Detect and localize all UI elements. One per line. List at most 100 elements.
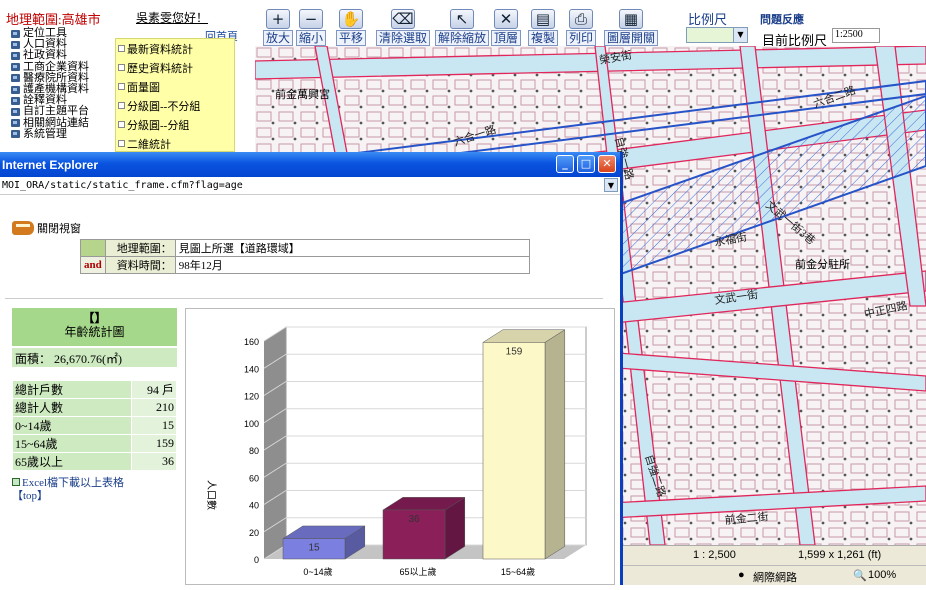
- excel-download-label[interactable]: Excel檔下載以上表格: [22, 477, 124, 489]
- copy-icon[interactable]: ▤: [531, 9, 555, 29]
- submenu-item-label[interactable]: 面量圖: [127, 79, 160, 95]
- cursor-icon[interactable]: ↖: [450, 9, 474, 29]
- layer-toggle-icon[interactable]: ▦: [619, 9, 643, 29]
- bullet-icon: [118, 102, 125, 109]
- feedback-link[interactable]: 問題反應: [760, 11, 804, 27]
- left-panel: 地理範圍:高雄市 吳素雯您好！ 回首頁 定位工具 人口資料 社政資料 工商企業資料 醫療…: [0, 0, 255, 152]
- submenu-item[interactable]: 最新資料統計: [116, 39, 234, 58]
- age-chart-svg: 0 20 40 60 80 100 120 140 160 人口數 15 0~14歲 36 65以上歲 15…: [205, 326, 587, 577]
- excel-download-link[interactable]: Excel檔下載以上表格: [12, 477, 177, 490]
- submenu: 最新資料統計 歷史資料統計 面量圖分級圓--不分組 分級圓--分組 二維統計: [115, 38, 235, 152]
- toolbar-button[interactable]: ✕ 頂層: [491, 6, 522, 46]
- excel-icon: [12, 478, 20, 486]
- toolbar-button-label[interactable]: 圖層開關: [604, 30, 659, 46]
- toolbar-button[interactable]: ⌫ 清除選取: [376, 6, 431, 46]
- popup-titlebar[interactable]: Internet Explorer _ □ ✕: [0, 152, 620, 177]
- scale-select[interactable]: ▼: [686, 27, 748, 43]
- stats-key: 65歲以上: [12, 452, 132, 471]
- greeting-link[interactable]: 吳素雯您好！: [136, 9, 208, 26]
- menu-item-label[interactable]: 相關網站連結: [23, 117, 89, 129]
- y-tick-label: 20: [249, 528, 259, 538]
- stats-row: 65歲以上 36: [12, 452, 177, 471]
- submenu-item-label[interactable]: 最新資料統計: [127, 41, 193, 57]
- stats-row: 總計戶數 94 戶: [12, 380, 177, 399]
- address-url[interactable]: MOI_ORA/static/static_frame.cfm?flag=age: [2, 180, 243, 191]
- toolbar-button[interactable]: + 放大: [263, 6, 294, 46]
- menu-item-icon: [11, 63, 20, 72]
- y-tick-label: 0: [254, 555, 259, 565]
- toolbar-button-label[interactable]: 清除選取: [376, 30, 431, 46]
- menu-item-icon: [11, 40, 20, 49]
- y-tick-label: 60: [249, 473, 259, 483]
- query-and-label: and: [80, 256, 106, 274]
- minimize-button[interactable]: _: [556, 155, 574, 173]
- popup-window: Internet Explorer _ □ ✕ MOI_ORA/static/s…: [0, 152, 623, 585]
- menu-item-icon: [11, 119, 20, 128]
- maximize-button[interactable]: □: [577, 155, 595, 173]
- menu-item[interactable]: 社政資料: [11, 50, 121, 61]
- query-condition-table: 地理範圍： 見圖上所選【道路環域】 and 資料時間： 98年12月: [80, 239, 531, 274]
- popup-title: Internet Explorer: [2, 158, 99, 172]
- top-link[interactable]: 【top】: [12, 490, 177, 503]
- submenu-item[interactable]: 面量圖: [116, 77, 234, 96]
- zoom-in-icon[interactable]: +: [266, 9, 290, 29]
- submenu-item[interactable]: 分級圓--分組: [116, 115, 234, 134]
- toolbar-button-label[interactable]: 平移: [336, 30, 367, 46]
- toolbar-button[interactable]: − 縮小: [296, 6, 327, 46]
- submenu-item[interactable]: 分級圓--不分組: [116, 96, 234, 115]
- address-bar[interactable]: MOI_ORA/static/static_frame.cfm?flag=age…: [0, 177, 620, 195]
- submenu-item-label[interactable]: 二維統計: [127, 136, 171, 152]
- data-label: 36: [408, 514, 420, 525]
- toolbar-button-label[interactable]: 解除縮放: [435, 30, 490, 46]
- submenu-item-label[interactable]: 分級圓--分組: [127, 117, 189, 133]
- menu-item-label[interactable]: 自訂主題平台: [23, 106, 89, 117]
- menu-item-icon: [11, 107, 20, 116]
- menu-item[interactable]: 系統管理: [11, 128, 121, 140]
- eraser-icon[interactable]: ⌫: [391, 9, 415, 29]
- toolbar-button-label[interactable]: 放大: [263, 30, 294, 46]
- toolbar-button-label[interactable]: 列印: [566, 30, 597, 46]
- menu-item-icon: [11, 130, 20, 139]
- current-scale-value: 1:2500: [832, 28, 880, 43]
- toolbar-button[interactable]: ↖ 解除縮放: [435, 6, 490, 46]
- submenu-item-label[interactable]: 分級圓--不分組: [127, 98, 200, 114]
- top-layer-icon[interactable]: ✕: [494, 9, 518, 29]
- stats-header: 【】 年齡統計圖: [12, 308, 177, 346]
- chevron-down-icon[interactable]: ▼: [604, 178, 618, 192]
- toolbar-button[interactable]: ▦ 圖層開關: [604, 6, 659, 46]
- submenu-item-label[interactable]: 歷史資料統計: [127, 60, 193, 76]
- zoom-out-icon[interactable]: −: [299, 9, 323, 29]
- main-menu: 定位工具 人口資料 社政資料 工商企業資料 醫療院所資料 護產機構資料 詮釋資料 自訂主題平台…: [11, 28, 121, 140]
- chevron-down-icon[interactable]: ▼: [733, 28, 747, 42]
- close-view-link[interactable]: 關閉視窗: [12, 220, 81, 236]
- y-axis-label: 人口數: [205, 480, 218, 510]
- submenu-item[interactable]: 二維統計: [116, 134, 234, 153]
- print-icon[interactable]: ⎙: [569, 9, 593, 29]
- menu-item-label[interactable]: 社政資料: [23, 50, 67, 61]
- query-range-key: 地理範圍：: [104, 239, 176, 257]
- menu-item-icon: [11, 96, 20, 105]
- menu-item-icon: [11, 51, 20, 60]
- menu-item-label[interactable]: 工商企業資料: [23, 61, 89, 73]
- stats-row: 0~14歲 15: [12, 416, 177, 435]
- toolbar-button-label[interactable]: 複製: [528, 30, 559, 46]
- menu-item-label[interactable]: 系統管理: [23, 128, 67, 140]
- pan-hand-icon[interactable]: ✋: [339, 9, 363, 29]
- query-range-value: 見圖上所選【道路環域】: [174, 239, 531, 257]
- divider: [5, 298, 603, 299]
- toolbar-button-label[interactable]: 縮小: [296, 30, 327, 46]
- stats-key: 總計戶數: [12, 380, 132, 399]
- bullet-icon: [118, 121, 125, 128]
- menu-item[interactable]: 自訂主題平台: [11, 106, 121, 117]
- submenu-item[interactable]: 歷史資料統計: [116, 58, 234, 77]
- query-time-value: 98年12月: [174, 256, 531, 274]
- zoom-icon[interactable]: 🔍: [853, 569, 867, 582]
- close-icon[interactable]: ✕: [598, 155, 616, 173]
- toolbar-button[interactable]: ▤ 複製: [528, 6, 559, 46]
- toolbar-button-label[interactable]: 頂層: [491, 30, 522, 46]
- toolbar-button[interactable]: ✋ 平移: [336, 6, 367, 46]
- toolbar-button[interactable]: ⎙ 列印: [566, 6, 597, 46]
- menu-item[interactable]: 相關網站連結: [11, 117, 121, 129]
- zoom-level[interactable]: 100%: [868, 569, 896, 581]
- close-view-label[interactable]: 關閉視窗: [37, 220, 81, 236]
